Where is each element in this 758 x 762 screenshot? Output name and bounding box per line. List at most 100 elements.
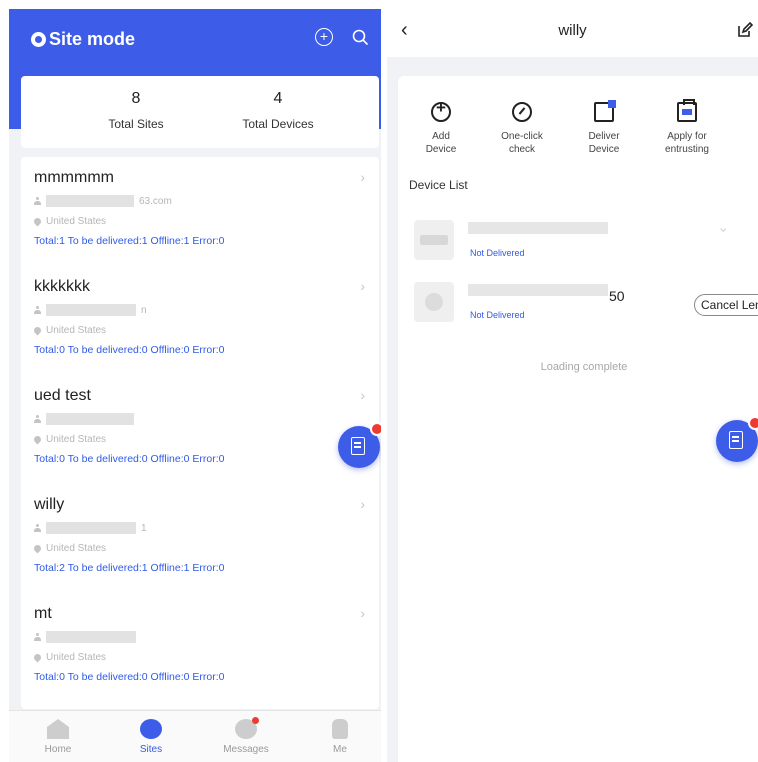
deliver-icon: [594, 100, 616, 122]
person-icon: [34, 306, 41, 314]
site-status: Total:2 To be delivered:1 Offline:1 Erro…: [34, 562, 225, 574]
site-name: mt: [34, 605, 52, 622]
total-devices-stat[interactable]: 4 Total Devices: [203, 90, 353, 131]
person-icon: [34, 633, 41, 641]
messages-icon: [235, 717, 259, 739]
floating-task-button[interactable]: [338, 422, 381, 468]
site-item[interactable]: mmmmmm › 63.com United States Total:1 To…: [21, 157, 379, 262]
site-owner-suffix: 63.com: [139, 195, 172, 207]
location-pin-icon: [32, 543, 43, 554]
top-nav-bar: ‹ willy: [387, 9, 758, 57]
site-status: Total:0 To be delivered:0 Offline:0 Erro…: [34, 344, 225, 356]
location-pin-icon: [32, 325, 43, 336]
floating-task-button[interactable]: [716, 416, 758, 462]
apply-entrusting-label: Apply for entrusting: [665, 131, 709, 155]
bottom-tab-bar: Home Sites Messages Me: [9, 710, 381, 762]
device-list-title: Device List: [409, 178, 468, 192]
notification-badge: [748, 416, 758, 430]
add-site-icon[interactable]: +: [315, 28, 333, 46]
redacted-text: [46, 413, 134, 425]
deliver-device-action[interactable]: Deliver Device: [564, 100, 644, 156]
tab-sites[interactable]: Sites: [116, 719, 186, 755]
site-name: willy: [34, 496, 65, 513]
loading-complete-text: Loading complete: [540, 361, 628, 373]
deliver-device-label: Deliver Device: [588, 131, 620, 155]
summary-card: 8 Total Sites 4 Total Devices: [21, 76, 379, 148]
redacted-device-name: [468, 284, 608, 296]
site-owner-suffix: 1: [141, 522, 147, 534]
chevron-down-icon[interactable]: ›: [716, 228, 732, 233]
tab-home[interactable]: Home: [23, 719, 93, 755]
site-location: United States: [32, 652, 106, 663]
chevron-right-icon: ›: [360, 387, 365, 403]
sites-screen: Site mode + 8 Total Sites 4 Total Device…: [9, 9, 381, 762]
site-location: United States: [32, 543, 106, 554]
device-thumbnail: [414, 220, 454, 260]
apply-entrusting-action[interactable]: Apply for entrusting: [647, 99, 727, 156]
home-icon: [47, 719, 69, 739]
device-row[interactable]: 50 Not Delivered Cancel Len: [398, 274, 758, 330]
site-title: willy: [558, 22, 587, 39]
site-status: Total:0 To be delivered:0 Offline:0 Erro…: [34, 671, 225, 683]
header-title-text: Site mode: [49, 29, 136, 49]
person-icon: [34, 197, 41, 205]
device-thumbnail: [414, 282, 454, 322]
site-detail-screen: ‹ willy Add Device One-click check Deliv…: [387, 9, 758, 762]
site-owner-suffix: n: [141, 304, 147, 316]
unread-dot: [252, 717, 259, 724]
location-pin-icon: [32, 434, 43, 445]
chevron-right-icon: ›: [360, 278, 365, 294]
site-item[interactable]: kkkkkkk › n United States Total:0 To be …: [21, 266, 379, 371]
total-devices-label: Total Devices: [242, 117, 314, 131]
briefcase-icon: [677, 99, 697, 122]
site-status: Total:1 To be delivered:1 Offline:1 Erro…: [34, 235, 225, 247]
location-pin-icon: [32, 216, 43, 227]
site-owner: n: [34, 304, 147, 316]
document-icon: [351, 437, 365, 455]
redacted-device-name: [468, 222, 608, 234]
tab-me[interactable]: Me: [305, 719, 375, 755]
search-icon[interactable]: [352, 29, 368, 45]
person-icon: [34, 524, 41, 532]
site-owner: [34, 413, 139, 425]
person-icon: [34, 415, 41, 423]
site-owner: 63.com: [34, 195, 172, 207]
total-sites-stat[interactable]: 8 Total Sites: [61, 90, 211, 131]
site-item[interactable]: mt › United States Total:0 To be deliver…: [21, 593, 379, 698]
notification-badge: [370, 422, 381, 436]
me-icon: [332, 719, 348, 739]
cancel-lending-button[interactable]: Cancel Len: [694, 294, 758, 316]
location-pin-icon: [32, 652, 43, 663]
edit-icon[interactable]: [737, 22, 753, 38]
redacted-text: [46, 195, 134, 207]
redacted-text: [46, 631, 136, 643]
site-name: ued test: [34, 387, 91, 404]
site-owner: 1: [34, 522, 147, 534]
site-list: mmmmmm › 63.com United States Total:1 To…: [21, 157, 379, 709]
device-name-suffix: 50: [609, 288, 625, 304]
redacted-text: [46, 304, 136, 316]
add-circle-icon: [431, 101, 451, 122]
site-location: United States: [32, 434, 106, 445]
total-sites-value: 8: [131, 90, 141, 107]
gauge-icon: [512, 102, 532, 122]
one-click-check-action[interactable]: One-click check: [482, 102, 562, 156]
site-name: kkkkkkk: [34, 278, 90, 295]
site-location: United States: [32, 216, 106, 227]
sites-icon: [140, 719, 162, 739]
site-item[interactable]: ued test › United States Total:0 To be d…: [21, 375, 379, 480]
chevron-right-icon: ›: [360, 169, 365, 185]
device-card: Add Device One-click check Deliver Devic…: [398, 76, 758, 762]
site-location: United States: [32, 325, 106, 336]
site-item[interactable]: willy › 1 United States Total:2 To be de…: [21, 484, 379, 589]
tab-messages[interactable]: Messages: [211, 717, 281, 755]
device-row[interactable]: Not Delivered ›: [398, 212, 758, 268]
site-mode-title[interactable]: Site mode: [31, 29, 135, 50]
site-name: mmmmmm: [34, 169, 114, 186]
site-status: Total:0 To be delivered:0 Offline:0 Erro…: [34, 453, 225, 465]
add-device-action[interactable]: Add Device: [401, 101, 481, 156]
one-click-check-label: One-click check: [501, 131, 543, 155]
site-owner: [34, 631, 141, 643]
chevron-right-icon: ›: [360, 605, 365, 621]
document-icon: [729, 431, 743, 449]
